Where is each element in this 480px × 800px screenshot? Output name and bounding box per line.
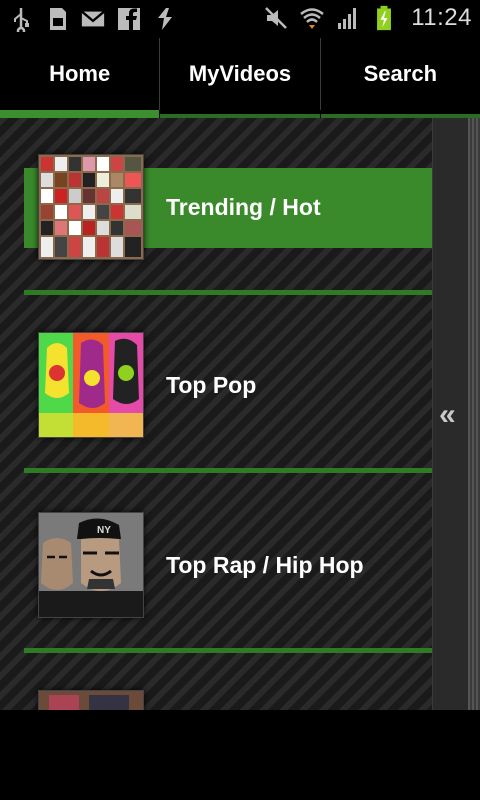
clock: 11:24 <box>411 4 472 31</box>
svg-text:NY: NY <box>97 525 111 536</box>
partial-thumbnail <box>38 690 144 710</box>
scroll-track <box>468 118 480 710</box>
list-item-top-rap[interactable]: NY Top Rap / Hip Hop <box>24 512 432 632</box>
list-item-top-pop[interactable]: Top Pop <box>24 332 432 452</box>
wifi-icon <box>300 8 325 29</box>
status-bar: 11:24 <box>0 0 480 38</box>
gmail-icon <box>81 10 105 27</box>
tab-home-label: Home <box>49 61 111 86</box>
tab-home[interactable]: Home <box>0 38 161 118</box>
sync-icon <box>158 8 172 30</box>
battery-charging-icon <box>377 5 392 31</box>
facebook-icon <box>118 8 140 30</box>
row-divider <box>24 468 432 473</box>
mute-icon <box>265 7 288 29</box>
tab-search-label: Search <box>363 61 438 86</box>
hip-hop-thumbnail: NY <box>38 512 144 618</box>
list-item-label: Top Rap / Hip Hop <box>166 552 364 578</box>
tab-myvideos-label: MyVideos <box>188 61 292 86</box>
row-divider <box>24 648 432 653</box>
tab-home-indicator <box>0 110 160 118</box>
list-item-partial[interactable] <box>24 690 432 710</box>
tab-myvideos[interactable]: MyVideos <box>160 38 321 118</box>
system-icons: 11:24 <box>263 4 472 32</box>
tab-search[interactable]: Search <box>320 38 480 118</box>
list-item-label: Trending / Hot <box>166 194 321 220</box>
pop-art-thumbnail <box>38 332 144 438</box>
usb-icon <box>14 8 29 32</box>
row-divider <box>24 290 432 295</box>
signal-icon <box>338 8 357 29</box>
list-item-trending[interactable]: Trending / Hot <box>24 154 432 274</box>
tab-bar: Home MyVideos Search <box>0 38 480 118</box>
bottom-area <box>0 710 480 800</box>
notification-icons <box>8 6 178 32</box>
chevron-double-left-icon[interactable]: « <box>439 398 456 432</box>
sd-card-icon <box>50 8 66 30</box>
side-drawer-handle[interactable]: « <box>432 118 480 710</box>
category-list: Trending / Hot Top Pop NY Top Rap / Hip … <box>0 118 432 710</box>
trending-collage-thumbnail <box>38 154 144 260</box>
list-item-label: Top Pop <box>166 372 257 398</box>
